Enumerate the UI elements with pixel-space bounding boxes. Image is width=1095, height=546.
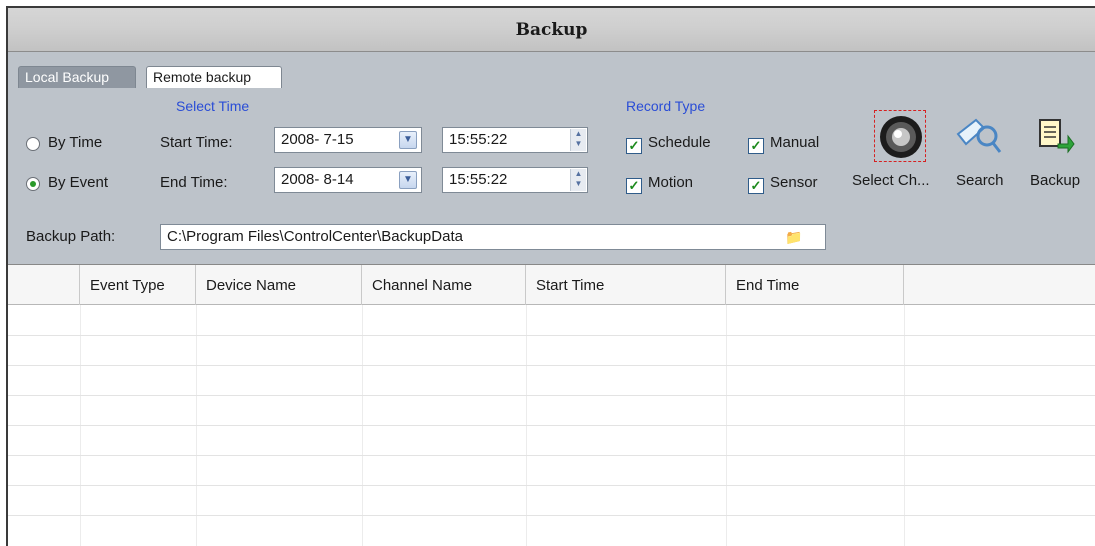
backup-path-label: Backup Path: [26,228,116,245]
folder-icon[interactable]: 📁 [784,227,804,247]
chevron-down-icon[interactable]: ▼ [399,131,417,149]
start-time-label: Start Time: [160,134,233,151]
select-time-heading: Select Time [176,98,250,114]
table-header: Event Type Device Name Channel Name Star… [8,265,1095,305]
end-time-field[interactable]: 15:55:22 ▲ ▼ [442,167,588,193]
start-time-value: 15:55:22 [449,131,508,148]
end-time-label: End Time: [160,174,228,191]
backup-document-icon[interactable] [1034,114,1078,158]
table-row [8,455,1095,456]
table-row [8,365,1095,366]
spinner-icon[interactable]: ▲ ▼ [570,169,586,191]
window-title: Backup [515,20,588,40]
end-date-picker[interactable]: 2008- 8-14 ▼ [274,167,422,193]
results-table: Event Type Device Name Channel Name Star… [8,265,1095,546]
backup-button[interactable]: Backup [1030,172,1080,189]
search-button[interactable]: Search [956,172,1004,189]
schedule-label[interactable]: Schedule [648,134,711,151]
table-row [8,515,1095,516]
start-date-value: 2008- 7-15 [281,131,354,148]
end-date-value: 2008- 8-14 [281,171,354,188]
table-row [8,335,1095,336]
column-header-start-time[interactable]: Start Time [526,265,726,305]
column-header-filler [904,265,1095,305]
column-header-end-time[interactable]: End Time [726,265,904,305]
by-event-label[interactable]: By Event [48,174,108,191]
table-row [8,425,1095,426]
column-header-selector [8,265,80,305]
camera-icon[interactable] [874,110,926,162]
tab-remote-backup[interactable]: Remote backup [146,66,282,88]
chevron-down-icon[interactable]: ▼ [399,171,417,189]
manual-label[interactable]: Manual [770,134,819,151]
search-icon[interactable] [954,114,1002,158]
start-time-field[interactable]: 15:55:22 ▲ ▼ [442,127,588,153]
table-row [8,395,1095,396]
sensor-label[interactable]: Sensor [770,174,818,191]
motion-label[interactable]: Motion [648,174,693,191]
schedule-checkbox[interactable]: ✓ [626,138,642,154]
end-time-value: 15:55:22 [449,171,508,188]
sensor-checkbox[interactable]: ✓ [748,178,764,194]
by-time-label[interactable]: By Time [48,134,102,151]
by-event-radio[interactable] [26,177,40,191]
record-type-heading: Record Type [626,98,706,114]
by-time-radio[interactable] [26,137,40,151]
tab-local-backup[interactable]: Local Backup [18,66,136,88]
select-channel-button[interactable]: Select Ch... [852,172,930,189]
start-date-picker[interactable]: 2008- 7-15 ▼ [274,127,422,153]
column-header-device-name[interactable]: Device Name [196,265,362,305]
spinner-icon[interactable]: ▲ ▼ [570,129,586,151]
backup-path-value: C:\Program Files\ControlCenter\BackupDat… [167,228,463,245]
motion-checkbox[interactable]: ✓ [626,178,642,194]
column-header-event-type[interactable]: Event Type [80,265,196,305]
manual-checkbox[interactable]: ✓ [748,138,764,154]
backup-window: Backup Local Backup Remote backup Select… [6,6,1095,546]
column-header-channel-name[interactable]: Channel Name [362,265,526,305]
title-bar: Backup [8,8,1095,52]
backup-settings-panel: Local Backup Remote backup Select Time B… [8,52,1095,265]
backup-path-input[interactable]: C:\Program Files\ControlCenter\BackupDat… [160,224,826,250]
table-row [8,485,1095,486]
